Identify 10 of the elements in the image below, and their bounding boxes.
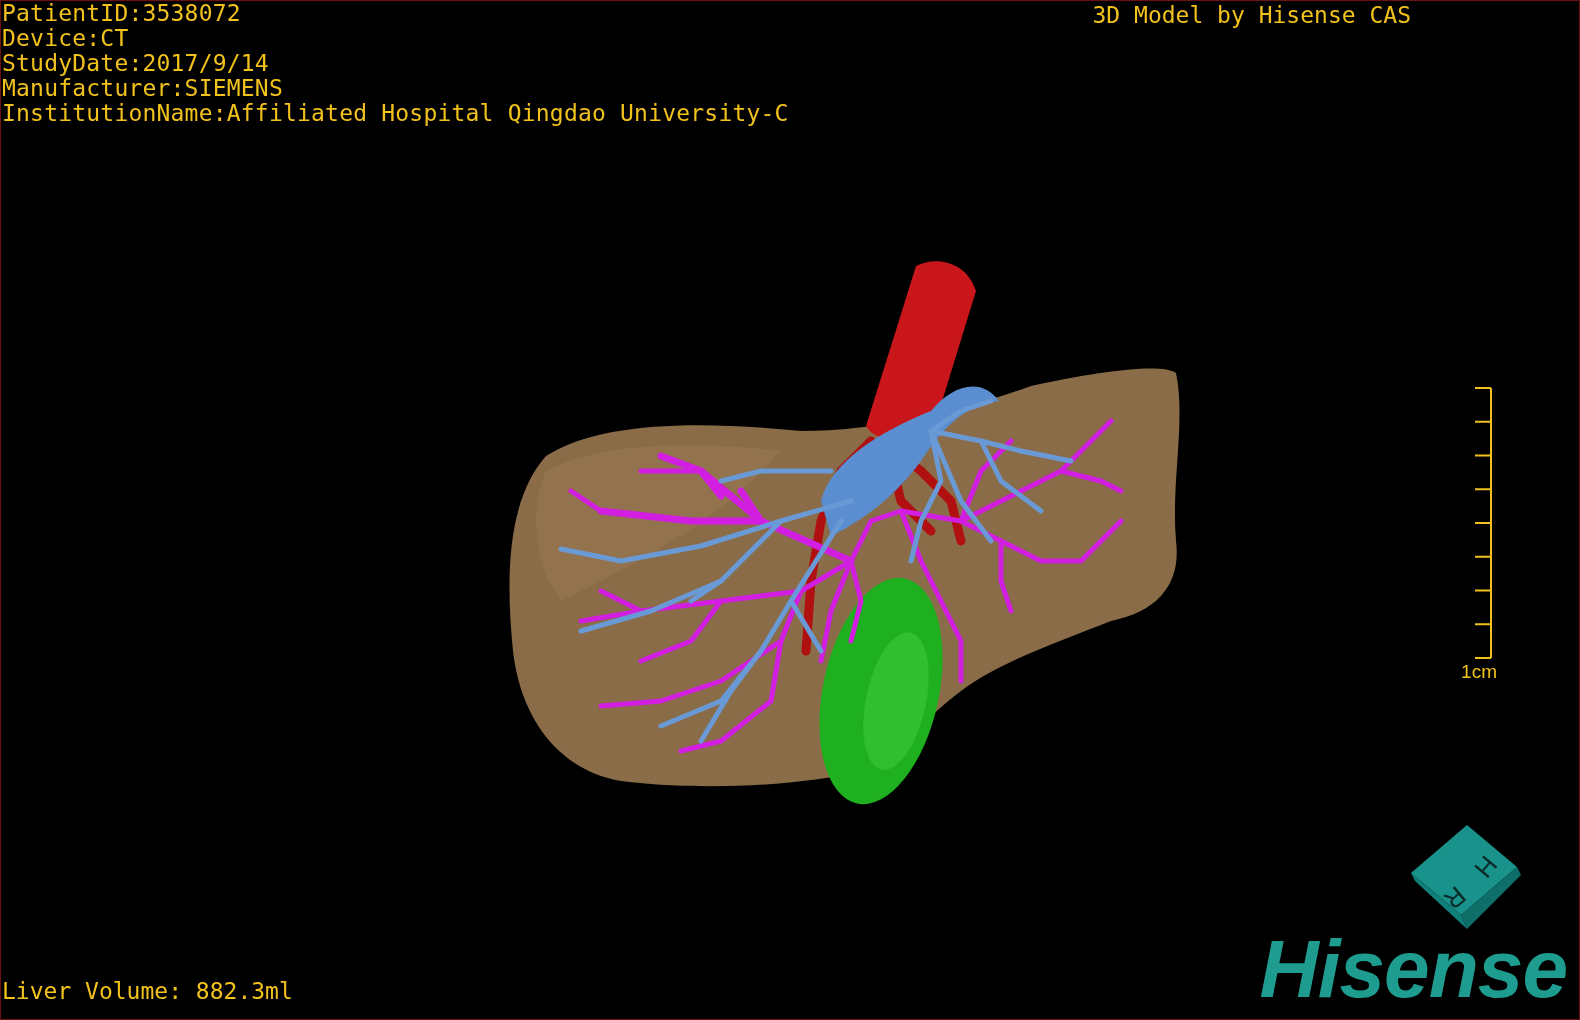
brand-logo: Hisense bbox=[1259, 933, 1567, 1005]
liver-volume-text: Liver Volume: 882.3ml bbox=[1, 977, 293, 1006]
orientation-cube[interactable] bbox=[1411, 825, 1521, 929]
study-info-text: StudyDate:2017/9/14 bbox=[2, 51, 270, 76]
study-info-text: Manufacturer:SIEMENS bbox=[2, 76, 284, 101]
study-info-text: Device:CT bbox=[2, 26, 130, 51]
study-info-text: PatientID:3538072 bbox=[2, 1, 242, 26]
model-credit-text: 3D Model by Hisense CAS bbox=[1092, 1, 1411, 29]
scale-bar-label: 1cm bbox=[1461, 661, 1497, 683]
study-info-text: InstitutionName:Affiliated Hospital Qingdao University-C bbox=[2, 101, 789, 126]
